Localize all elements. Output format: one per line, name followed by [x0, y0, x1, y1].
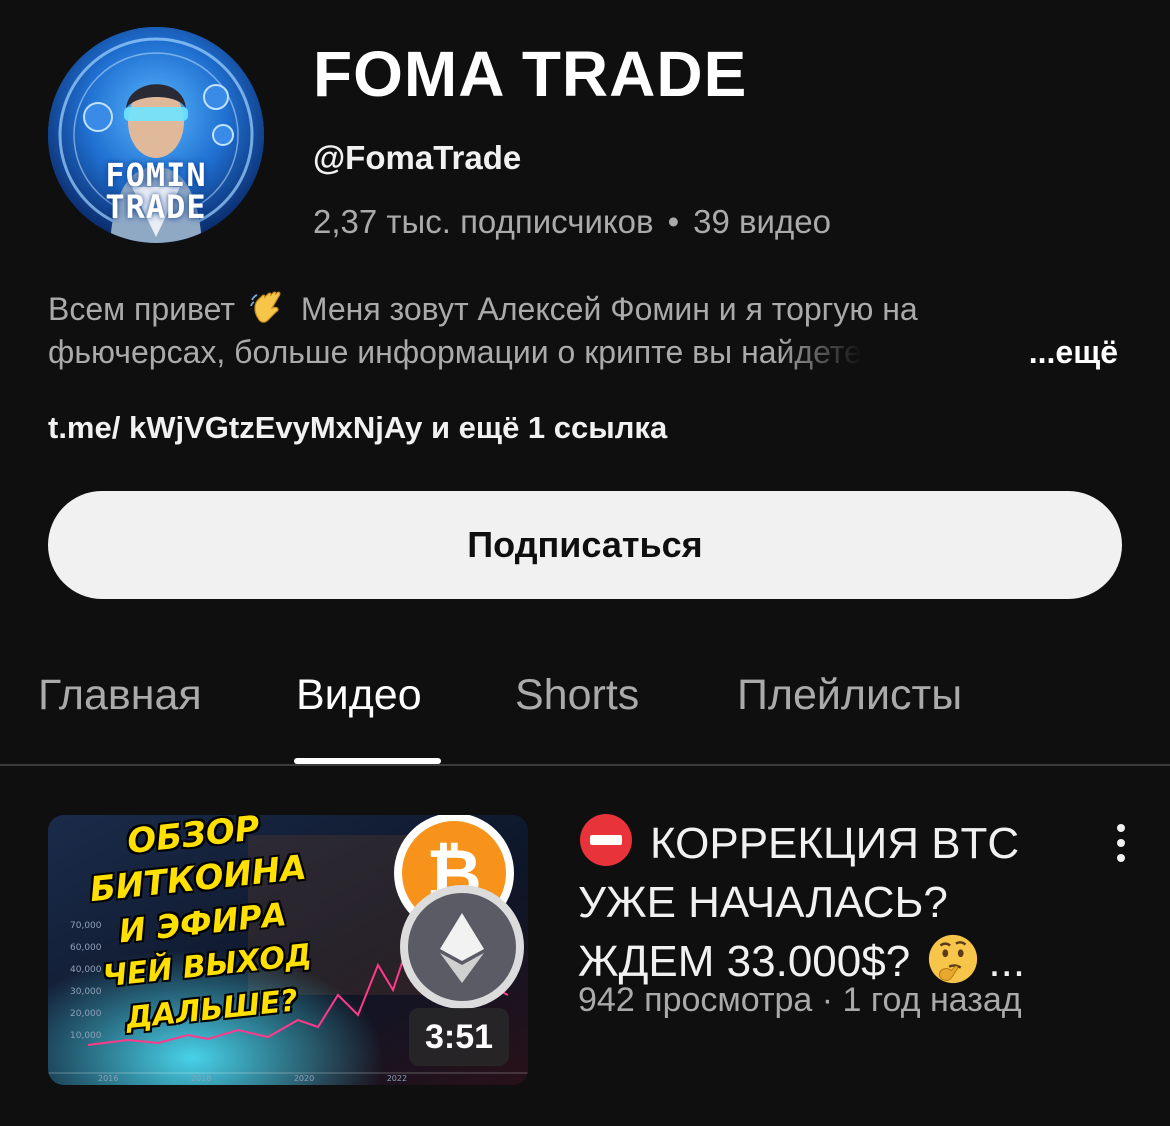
description-more-link[interactable]: ...ещё — [1029, 331, 1118, 374]
subscriber-count: 2,37 тыс. подписчиков — [313, 203, 654, 240]
thumb-axis-label: 70,000 — [70, 921, 102, 931]
thumb-year-label: 2016 — [98, 1074, 119, 1083]
channel-links[interactable]: t.me/ kWjVGtzEvyMxNjAy и ещё 1 ссылка — [48, 408, 667, 448]
video-meta: 942 просмотра · 1 год назад — [578, 981, 1022, 1019]
thumb-axis-label: 30,000 — [70, 987, 102, 997]
description-text-1a: Всем привет — [48, 291, 236, 327]
description-text-2: фьючерсах, больше информации о крипте вы — [48, 334, 733, 370]
waving-hand-icon — [250, 291, 281, 323]
thumb-axis-label: 10,000 — [70, 1031, 102, 1041]
tab-videos[interactable]: Видео — [296, 664, 422, 726]
tab-home[interactable]: Главная — [38, 664, 202, 726]
channel-avatar[interactable]: FOMIN TRADE — [48, 27, 264, 243]
no-entry-icon — [580, 814, 632, 866]
thumb-year-label: 2022 — [386, 1074, 408, 1083]
avatar-text-line-2: TRADE — [105, 188, 207, 226]
thumb-axis-label: 60,000 — [70, 943, 102, 953]
description-text-1b: Меня зовут Алексей Фомин и я торгую на — [300, 291, 918, 327]
thumb-year-label: 2020 — [293, 1074, 315, 1083]
video-count: 39 видео — [693, 203, 831, 240]
more-vertical-icon[interactable] — [1103, 818, 1139, 868]
tab-playlists[interactable]: Плейлисты — [737, 664, 962, 726]
channel-handle: @FomaTrade — [313, 139, 522, 176]
stats-separator: • — [667, 203, 680, 240]
channel-stats: 2,37 тыс. подписчиков • 39 видео — [313, 200, 831, 244]
channel-tabs: Главная Видео Shorts Плейлисты — [0, 664, 1170, 766]
ethereum-icon — [400, 885, 524, 1009]
video-title[interactable]: КОРРЕКЦИЯ BTC УЖЕ НАЧАЛАСЬ? ЖДЕМ 33.000$… — [578, 812, 1098, 991]
avatar-text-line-1: FOMIN — [105, 156, 207, 194]
video-title-line-1: КОРРЕКЦИЯ BTC — [650, 819, 1020, 868]
subscribe-button[interactable]: Подписаться — [48, 491, 1122, 599]
description-text-2-faded: найдете — [741, 334, 862, 370]
thumb-axis-label: 20,000 — [70, 1009, 102, 1019]
thumb-axis-label: 40,000 — [70, 965, 102, 975]
video-duration: 3:51 — [409, 1008, 509, 1066]
video-title-line-2: УЖЕ НАЧАЛАСЬ? — [578, 878, 948, 927]
channel-title: FOMA TRADE — [313, 38, 748, 110]
channel-description[interactable]: Всем привет Меня зовут Алексей Фомин и я… — [48, 288, 1128, 374]
tab-shorts[interactable]: Shorts — [515, 664, 639, 726]
thumb-year-label: 2018 — [190, 1074, 212, 1083]
tabs-divider — [0, 764, 1170, 766]
